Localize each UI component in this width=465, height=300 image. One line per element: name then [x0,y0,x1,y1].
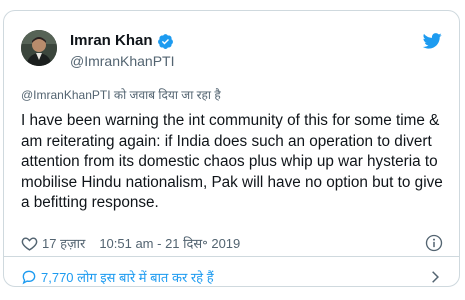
embedded-tweet-card: Imran Khan @ImranKhanPTI @ImranKhanPTI क… [3,10,460,287]
conversation-count-label[interactable]: 7,770 लोग इस बारे में बात कर रहे हैं [41,268,214,286]
tweet-meta: 17 हज़ार 10:51 am - 21 दिस॰ 2019 [21,233,240,253]
tweet-author[interactable]: Imran Khan @ImranKhanPTI [70,31,174,70]
tweet-timestamp[interactable]: 10:51 am - 21 दिस॰ 2019 [99,234,240,252]
reply-context[interactable]: @ImranKhanPTI को जवाब दिया जा रहा है [21,87,221,103]
twitter-bird-icon[interactable] [423,33,442,49]
author-handle[interactable]: @ImranKhanPTI [70,52,174,70]
chevron-right-icon[interactable] [428,270,442,284]
heart-icon[interactable] [21,235,38,252]
avatar-image [21,30,57,66]
speech-bubble-icon [22,270,36,285]
divider [4,256,459,257]
conversation-link[interactable]: 7,770 लोग इस बारे में बात कर रहे हैं [21,265,442,289]
author-name[interactable]: Imran Khan [70,31,153,51]
like-count[interactable]: 17 हज़ार [42,234,85,252]
tweet-text: I have been warning the int community of… [21,112,443,211]
verified-badge-icon [157,33,173,49]
info-icon[interactable] [425,234,443,252]
avatar[interactable] [21,30,57,66]
